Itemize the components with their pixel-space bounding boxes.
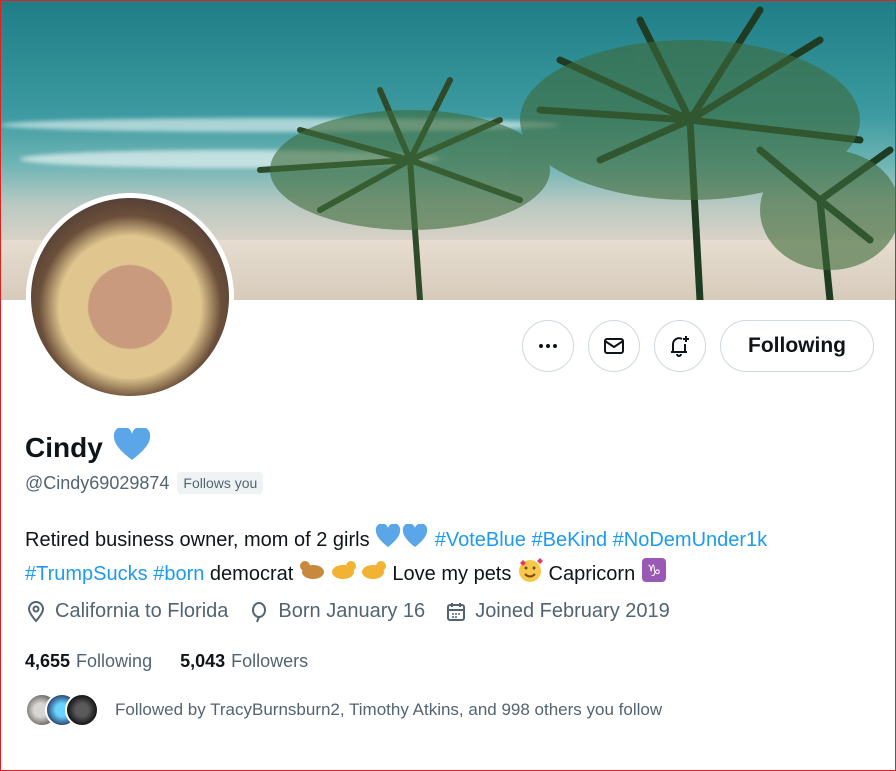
location-icon <box>27 600 45 623</box>
profile-bio: Retired business owner, mom of 2 girls #… <box>25 523 875 592</box>
calendar-icon <box>447 602 466 621</box>
avatar <box>65 693 99 727</box>
hashtag-link[interactable]: #BeKind <box>531 529 607 551</box>
followed-by-text: Followed by TracyBurnsburn2, Timothy Atk… <box>115 700 663 719</box>
blue-heart-icon <box>113 426 151 467</box>
profile-handle: @Cindy69029874 <box>25 472 170 493</box>
bio-text: Love my pets <box>392 562 512 585</box>
bio-text: democrat <box>209 562 294 585</box>
following-count-link[interactable]: 4,655 Following <box>25 651 152 672</box>
bio-text: Retired business owner, mom of 2 girls <box>25 528 370 551</box>
notification-bell-icon <box>671 336 689 357</box>
smiling-face-hearts-icon <box>517 557 543 592</box>
mail-icon <box>604 338 624 354</box>
birthday-text: Born January 16 <box>278 600 426 622</box>
followed-by-avatars <box>25 693 99 727</box>
pets-emoji-icon <box>299 558 387 591</box>
profile-joined: Joined February 2019 <box>445 600 670 623</box>
followers-count: 5,043 <box>180 651 226 671</box>
avatar-photo <box>31 198 229 396</box>
follows-you-badge: Follows you <box>177 472 264 494</box>
followed-by-link[interactable]: Followed by TracyBurnsburn2, Timothy Atk… <box>25 693 662 727</box>
more-icon <box>539 344 557 348</box>
profile-location: California to Florida <box>25 600 228 623</box>
more-button[interactable] <box>522 320 574 372</box>
bio-text: Capricorn <box>548 562 636 585</box>
joined-text: Joined February 2019 <box>475 600 670 622</box>
following-button[interactable]: Following <box>720 320 874 372</box>
profile-birthday: Born January 16 <box>248 600 425 623</box>
following-count: 4,655 <box>25 651 71 671</box>
hashtag-link[interactable]: #TrumpSucks <box>25 563 148 585</box>
followers-label: Followers <box>231 651 309 671</box>
followers-count-link[interactable]: 5,043 Followers <box>180 651 308 672</box>
hashtag-link[interactable]: #NoDemUnder1k <box>613 529 768 551</box>
hashtag-link[interactable]: #born <box>153 563 204 585</box>
balloon-icon <box>252 601 267 622</box>
notifications-button[interactable] <box>654 320 706 372</box>
profile-avatar[interactable] <box>26 193 234 401</box>
capricorn-icon: ♑ <box>641 557 667 592</box>
blue-heart-icon <box>375 523 429 557</box>
location-text: California to Florida <box>55 600 229 622</box>
svg-text:♑: ♑ <box>647 561 661 580</box>
profile-name: Cindy <box>25 431 103 463</box>
message-button[interactable] <box>588 320 640 372</box>
following-label: Following <box>76 651 153 671</box>
hashtag-link[interactable]: #VoteBlue <box>435 529 526 551</box>
